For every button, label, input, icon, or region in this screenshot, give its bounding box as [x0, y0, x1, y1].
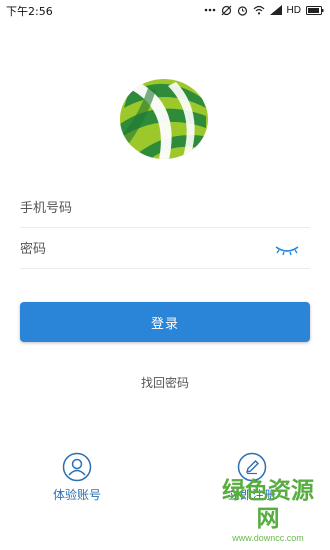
mute-icon [221, 5, 232, 16]
status-bar: 下午2:56 HD [0, 0, 330, 20]
wifi-icon [253, 5, 265, 15]
password-field [20, 229, 310, 269]
status-time: 下午2:56 [6, 5, 53, 18]
phone-field [20, 188, 310, 228]
network-type: HD [286, 4, 301, 16]
trial-account-label: 体验账号 [52, 488, 101, 502]
phone-input[interactable] [20, 188, 260, 228]
watermark-url: www.downcc.com [232, 533, 304, 543]
dots-icon [204, 8, 216, 12]
login-button[interactable]: 登录 [20, 302, 310, 342]
watermark: 绿色资源网 www.downcc.com [216, 477, 320, 544]
password-input[interactable] [20, 229, 260, 269]
globe-logo [120, 79, 208, 159]
battery-icon [306, 5, 324, 15]
user-icon [62, 452, 92, 482]
trial-account-button[interactable]: 体验账号 [22, 452, 132, 503]
status-icons: HD [204, 2, 324, 18]
watermark-text: 绿色资源网 [222, 478, 314, 532]
signal-icon [269, 5, 282, 15]
forgot-password-link[interactable]: 找回密码 [0, 374, 330, 391]
alarm-icon [237, 5, 248, 16]
eye-closed-icon[interactable] [274, 241, 300, 257]
